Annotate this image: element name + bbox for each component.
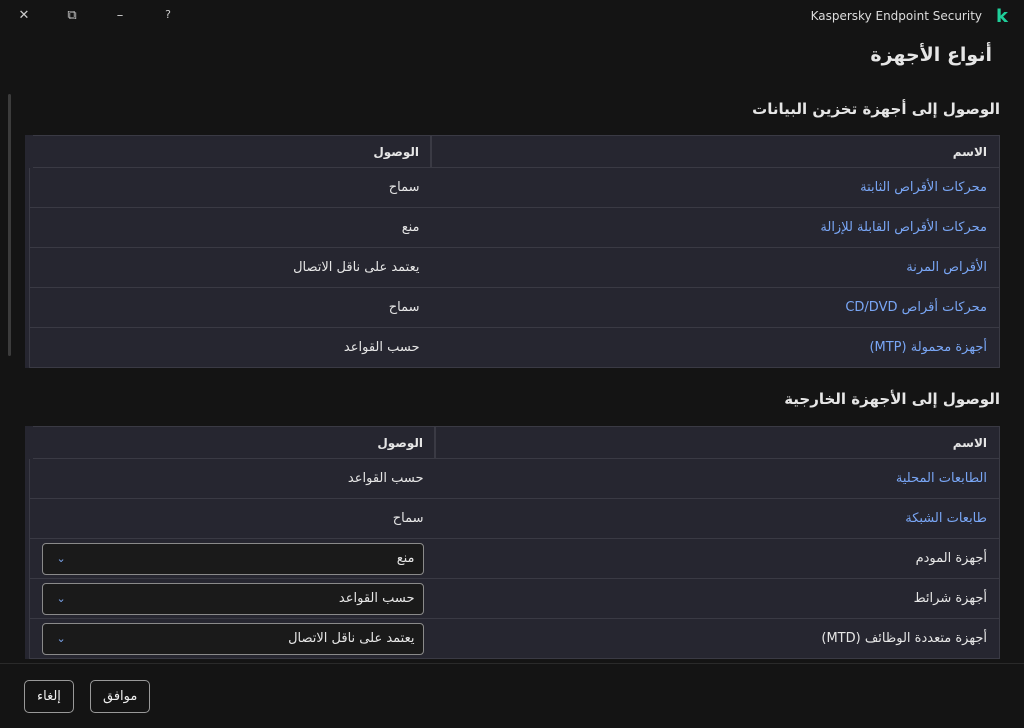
device-name: أجهزة شرائط <box>914 591 987 606</box>
access-value: سماح <box>389 180 420 195</box>
col-name: الاسم <box>432 136 1000 168</box>
storage-heading: الوصول إلى أجهزة تخزين البيانات <box>752 100 1000 118</box>
access-value: حسب القواعد <box>348 471 424 486</box>
table-row: محركات أقراص CD/DVD سماح <box>29 288 1000 328</box>
col-access: الوصول <box>29 136 432 168</box>
access-value: حسب القواعد <box>344 340 420 355</box>
access-value: منع <box>397 551 415 566</box>
access-value: يعتمد على ناقل الاتصال <box>288 631 414 646</box>
storage-table: الاسمالوصول محركات الأقراص الثابتة سماحم… <box>25 135 1000 368</box>
table-row: محركات الأقراص القابلة للإزالة منع <box>29 208 1000 248</box>
device-link[interactable]: الطابعات المحلية <box>896 471 987 486</box>
table-row: طابعات الشبكة سماح <box>29 499 1000 539</box>
table-row: أجهزة محمولة (MTP) حسب القواعد <box>29 328 1000 368</box>
access-select[interactable]: منع ⌄ <box>42 543 424 575</box>
access-value: يعتمد على ناقل الاتصال <box>293 260 419 275</box>
table-row: أجهزة متعددة الوظائف (MTD) يعتمد على ناق… <box>29 619 1000 659</box>
col-access: الوصول <box>29 427 436 459</box>
device-name: أجهزة المودم <box>916 551 987 566</box>
footer: موافق إلغاء <box>0 663 1024 728</box>
access-value: سماح <box>393 511 424 526</box>
external-heading: الوصول إلى الأجهزة الخارجية <box>784 390 1000 408</box>
table-row: الطابعات المحلية حسب القواعد <box>29 459 1000 499</box>
access-value: حسب القواعد <box>339 591 415 606</box>
page-title: أنواع الأجهزة <box>870 44 992 66</box>
device-link[interactable]: محركات أقراص CD/DVD <box>845 300 987 315</box>
table-row: الأقراص المرنة يعتمد على ناقل الاتصال <box>29 248 1000 288</box>
content-area: أنواع الأجهزة الوصول إلى أجهزة تخزين الب… <box>0 34 1024 663</box>
external-table: الاسمالوصول الطابعات المحلية حسب القواعد… <box>25 426 1000 659</box>
app-title: Kaspersky Endpoint Security <box>811 9 982 23</box>
cancel-button[interactable]: إلغاء <box>24 680 74 713</box>
ok-button[interactable]: موافق <box>90 680 150 713</box>
close-icon[interactable]: ✕ <box>14 8 34 26</box>
access-value: سماح <box>389 300 420 315</box>
minimize-icon[interactable]: – <box>110 8 130 26</box>
device-link[interactable]: طابعات الشبكة <box>905 511 987 526</box>
col-name: الاسم <box>436 427 1000 459</box>
title-bar: ✕ ⧉ – ? Kaspersky Endpoint Security k <box>0 0 1024 34</box>
device-link[interactable]: أجهزة محمولة (MTP) <box>869 340 987 355</box>
device-name: أجهزة متعددة الوظائف (MTD) <box>821 631 987 646</box>
restore-icon[interactable]: ⧉ <box>62 8 82 26</box>
access-select[interactable]: يعتمد على ناقل الاتصال ⌄ <box>42 623 424 655</box>
access-select[interactable]: حسب القواعد ⌄ <box>42 583 424 615</box>
help-icon[interactable]: ? <box>158 8 178 26</box>
table-row: أجهزة المودم منع ⌄ <box>29 539 1000 579</box>
kaspersky-logo-icon: k <box>996 6 1008 27</box>
chevron-down-icon: ⌄ <box>57 592 66 605</box>
device-link[interactable]: الأقراص المرنة <box>906 260 987 275</box>
device-link[interactable]: محركات الأقراص القابلة للإزالة <box>820 220 987 235</box>
table-row: أجهزة شرائط حسب القواعد ⌄ <box>29 579 1000 619</box>
table-row: محركات الأقراص الثابتة سماح <box>29 168 1000 208</box>
chevron-down-icon: ⌄ <box>57 632 66 645</box>
access-value: منع <box>402 220 420 235</box>
device-link[interactable]: محركات الأقراص الثابتة <box>860 180 987 195</box>
chevron-down-icon: ⌄ <box>57 552 66 565</box>
scrollbar[interactable] <box>8 94 11 356</box>
